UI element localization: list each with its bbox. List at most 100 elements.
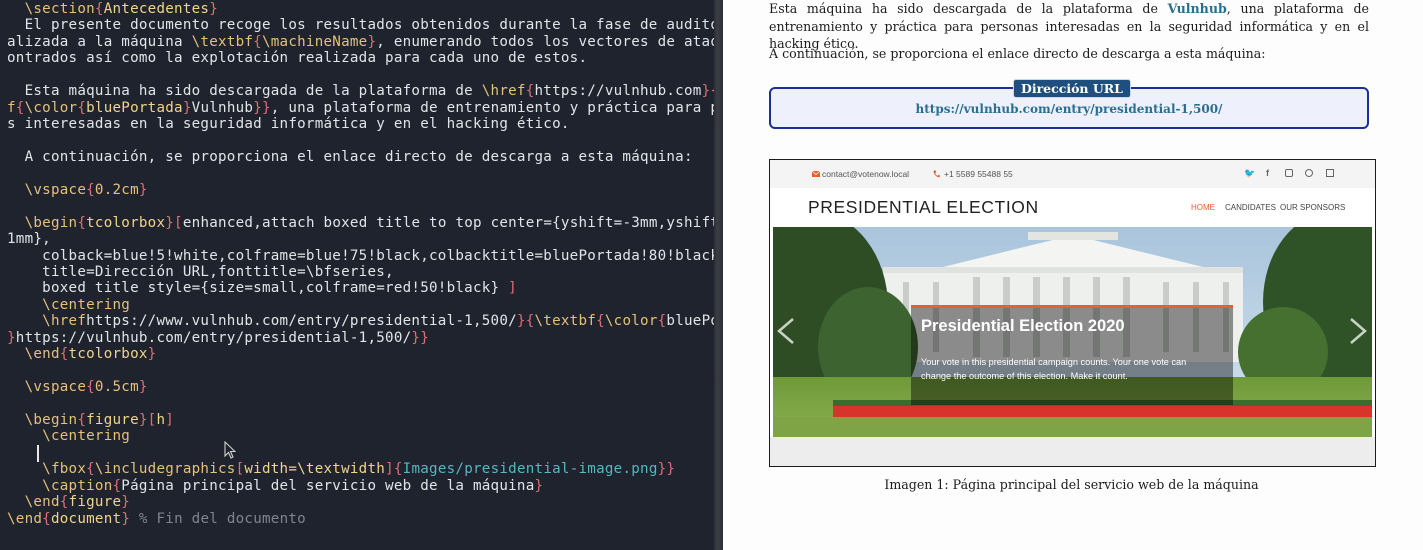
carousel-next-icon[interactable]: [1346, 315, 1372, 349]
code-line[interactable]: A continuación, se proporciona el enlace…: [7, 149, 697, 165]
code-line[interactable]: \vspace{0.2cm}: [7, 182, 697, 198]
code-token: \section: [7, 1, 95, 17]
code-line[interactable]: colback=blue!5!white,colframe=blue!75!bl…: [7, 248, 714, 264]
code-line[interactable]: [7, 198, 697, 214]
code-line[interactable]: f{\color{bluePortada}Vulnhub}}, una plat…: [7, 99, 714, 116]
code-token: El presente documento recoge los resulta…: [7, 17, 714, 34]
code-token: }[: [138, 411, 157, 428]
code-token: \color: [604, 313, 658, 330]
site-navbar: PRESIDENTIAL ELECTION HOME CANDIDATES OU…: [770, 188, 1375, 228]
code-editor[interactable]: \section{Antecedentes} El presente docum…: [0, 0, 714, 550]
code-token: bluePortada: [666, 313, 714, 330]
contact-email: contact@votenow.local: [822, 169, 910, 179]
code-token: }[: [165, 214, 183, 231]
code-token: A continuación, se proporciona el enlace…: [7, 148, 693, 165]
code-token: \machineName: [261, 33, 368, 50]
code-line[interactable]: \begin{tcolorbox}[enhanced,attach boxed …: [7, 214, 714, 231]
nav-sponsors[interactable]: OUR SPONSORS: [1280, 203, 1345, 212]
code-token: {: [77, 214, 87, 231]
code-token: tcolorbox: [68, 346, 148, 363]
code-token: ]{: [385, 461, 403, 478]
code-line[interactable]: boxed title style={size=small,colframe=r…: [7, 280, 697, 296]
twitter-icon[interactable]: 🐦: [1244, 168, 1255, 179]
code-token: {: [77, 99, 87, 116]
code-line[interactable]: \centering: [7, 297, 697, 313]
code-token: Esta máquina ha sido descargada de la pl…: [7, 83, 482, 100]
instagram-icon[interactable]: [1285, 169, 1293, 177]
code-line[interactable]: [7, 133, 697, 149]
skype-icon[interactable]: [1305, 169, 1313, 177]
code-token: {: [86, 379, 95, 396]
code-line[interactable]: \end{document} % Fin del documento: [7, 511, 697, 527]
code-line[interactable]: \caption{Página principal del servicio w…: [7, 478, 697, 494]
code-line[interactable]: \end{figure}: [7, 494, 697, 510]
code-line[interactable]: \fbox{\includegraphics[width=\textwidth]…: [7, 461, 697, 477]
nav-candidates[interactable]: CANDIDATES: [1225, 203, 1276, 212]
download-url-link[interactable]: https://vulnhub.com/entry/presidential-1…: [771, 102, 1367, 116]
code-token: {: [86, 461, 95, 478]
latex-source[interactable]: \section{Antecedentes} El presente docum…: [7, 1, 714, 527]
code-token: \begin: [7, 411, 78, 428]
site-brand[interactable]: PRESIDENTIAL ELECTION: [808, 197, 1039, 218]
code-line[interactable]: [7, 363, 697, 379]
hero-title: Presidential Election 2020: [921, 317, 1125, 335]
code-token: }: [138, 379, 148, 396]
site-footer-strip: [770, 437, 1375, 466]
code-line[interactable]: Esta máquina ha sido descargada de la pl…: [7, 83, 714, 100]
code-line[interactable]: [7, 396, 697, 412]
code-token: \end: [7, 346, 60, 363]
pane-divider[interactable]: [714, 0, 723, 550]
hero-accent-bar: [911, 305, 1233, 308]
code-line[interactable]: [7, 445, 697, 461]
code-token: {: [253, 33, 262, 50]
site-topbar: contact@votenow.local +1 5589 55488 55 🐦…: [770, 160, 1375, 188]
linkedin-icon[interactable]: [1326, 169, 1334, 177]
code-line[interactable]: \section{Antecedentes}: [7, 1, 697, 17]
code-line[interactable]: \end{tcolorbox}: [7, 346, 697, 362]
code-token: 1mm},: [7, 231, 51, 248]
code-line[interactable]: ontrados así como la explotación realiza…: [7, 50, 697, 66]
code-token: https://vulnhub.com: [534, 83, 702, 100]
code-line[interactable]: 1mm},: [7, 231, 697, 247]
code-token: }}: [657, 461, 676, 478]
code-token: alizada a la máquina: [7, 33, 192, 50]
code-token: document: [50, 510, 122, 527]
code-line[interactable]: s interesadas en la seguridad informátic…: [7, 116, 697, 132]
code-token: }: [209, 1, 219, 17]
code-line[interactable]: [7, 165, 697, 181]
vulnhub-link[interactable]: Vulnhub: [1168, 1, 1227, 16]
code-token: {: [525, 83, 535, 100]
carousel-prev-icon[interactable]: [773, 315, 799, 349]
code-token: {: [86, 181, 95, 198]
code-token: f: [7, 99, 16, 116]
code-line[interactable]: \vspace{0.5cm}: [7, 379, 697, 395]
code-token: }: [182, 99, 192, 116]
code-token: title=Dirección URL,fonttitle=\bfseries,: [7, 264, 394, 280]
code-token: Página principal del servicio web de la …: [121, 477, 535, 494]
code-line[interactable]: }https://vulnhub.com/entry/presidential-…: [7, 330, 697, 346]
code-line[interactable]: title=Dirección URL,fonttitle=\bfseries,: [7, 264, 697, 280]
code-token: h: [156, 411, 166, 428]
code-token: \textbf: [534, 313, 597, 330]
paragraph-download: A continuación, se proporciona el enlace…: [769, 46, 1266, 61]
paragraph-text: Esta máquina ha sido descargada de la pl…: [769, 1, 1168, 16]
facebook-icon[interactable]: f: [1266, 168, 1269, 178]
code-token: s interesadas en la seguridad informátic…: [7, 116, 570, 133]
code-token: \centering: [7, 428, 131, 445]
code-token: bluePortada: [86, 99, 183, 116]
nav-home[interactable]: HOME: [1191, 203, 1215, 212]
code-line[interactable]: \hrefhttps://www.vulnhub.com/entry/presi…: [7, 313, 714, 330]
code-line[interactable]: \centering: [7, 428, 697, 444]
code-token: \end: [7, 510, 43, 527]
code-line[interactable]: [7, 67, 697, 83]
code-token: \color: [24, 99, 78, 116]
code-line[interactable]: \begin{figure}[h]: [7, 412, 697, 428]
code-line[interactable]: El presente documento recoge los resulta…: [7, 17, 714, 33]
code-token: }: [7, 329, 16, 346]
code-token: \caption: [7, 477, 113, 494]
code-token: {: [15, 99, 25, 116]
code-token: \includegraphics: [94, 461, 236, 478]
code-token: }: [121, 494, 131, 511]
code-line[interactable]: alizada a la máquina \textbf{\machineNam…: [7, 33, 714, 50]
code-token: ]: [165, 411, 175, 428]
